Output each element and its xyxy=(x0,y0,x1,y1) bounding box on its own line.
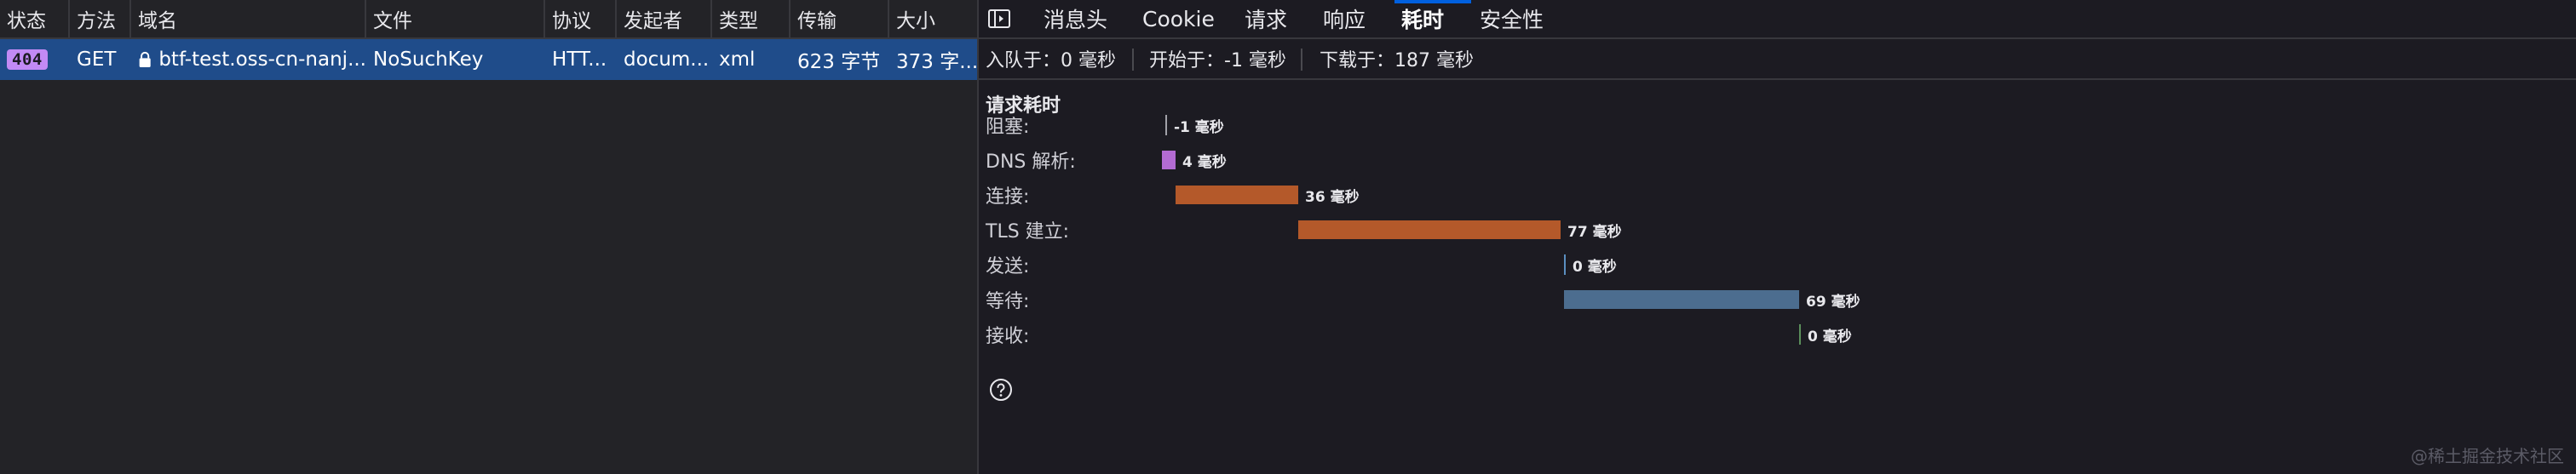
timing-tick xyxy=(1799,324,1801,345)
panel-toggle-icon[interactable] xyxy=(987,7,1011,31)
timing-label: 接收: xyxy=(986,326,1030,347)
help-icon[interactable] xyxy=(989,378,1013,402)
method-cell: GET xyxy=(77,49,117,71)
timing-label: 发送: xyxy=(986,256,1030,277)
column-header-method[interactable]: 方法 xyxy=(70,0,131,37)
timing-bar xyxy=(1162,151,1176,169)
tab-cookies[interactable]: Cookie xyxy=(1142,0,1215,37)
status-badge: 404 xyxy=(7,49,48,70)
timing-value: 0 毫秒 xyxy=(1573,258,1617,276)
column-header-protocol[interactable]: 协议 xyxy=(545,0,617,37)
table-row[interactable]: 404 GET btf-test.oss-cn-nanj... NoSuchKe… xyxy=(0,39,977,80)
file-cell: NoSuchKey xyxy=(373,49,484,71)
lock-icon xyxy=(139,51,151,67)
column-header-transferred[interactable]: 传输 xyxy=(791,0,889,37)
timing-bar xyxy=(1298,220,1561,239)
timing-value: 77 毫秒 xyxy=(1567,223,1622,241)
downloaded-time: 下载于：187 毫秒 xyxy=(1320,50,1474,71)
type-cell: xml xyxy=(719,49,756,71)
column-header-initiator[interactable]: 发起者 xyxy=(617,0,712,37)
transferred-cell: 623 字节 xyxy=(797,51,881,73)
summary-divider xyxy=(1301,49,1302,71)
timing-label: 等待: xyxy=(986,291,1030,312)
timing-label: TLS 建立: xyxy=(986,221,1070,243)
tab-headers[interactable]: 消息头 xyxy=(1044,0,1107,37)
timing-label: 阻塞: xyxy=(986,117,1030,138)
timing-bar xyxy=(1564,290,1799,309)
timing-value: 4 毫秒 xyxy=(1182,153,1227,171)
timing-label: 连接: xyxy=(986,186,1030,208)
timing-label: DNS 解析: xyxy=(986,151,1076,173)
initiator-cell: docum... xyxy=(624,49,710,71)
column-header-domain[interactable]: 域名 xyxy=(131,0,366,37)
column-header-file[interactable]: 文件 xyxy=(366,0,545,37)
domain-cell: btf-test.oss-cn-nanj... xyxy=(131,39,366,80)
size-cell: 373 字... xyxy=(896,51,977,73)
domain-text: btf-test.oss-cn-nanj... xyxy=(158,49,366,71)
column-header-type[interactable]: 类型 xyxy=(712,0,791,37)
status-cell: 404 xyxy=(0,39,70,80)
request-details-panel: 消息头 Cookie 请求 响应 耗时 安全性 入队于：0 毫秒 开始于：-1 … xyxy=(979,0,2576,474)
tab-timings[interactable]: 耗时 xyxy=(1401,0,1444,37)
timing-value: -1 毫秒 xyxy=(1174,118,1224,136)
tab-response[interactable]: 响应 xyxy=(1323,0,1366,37)
tab-security[interactable]: 安全性 xyxy=(1480,0,1544,37)
protocol-cell: HTT... xyxy=(552,49,607,71)
timing-value: 0 毫秒 xyxy=(1808,328,1852,346)
queued-time: 入队于：0 毫秒 xyxy=(986,50,1116,71)
watermark-text: @稀土掘金技术社区 xyxy=(2411,446,2564,466)
request-list: 状态 方法 域名 文件 协议 发起者 类型 传输 大小 404 GET btf-… xyxy=(0,0,977,474)
timing-tick xyxy=(1165,115,1167,135)
column-header-size[interactable]: 大小 xyxy=(889,0,977,37)
devtools-network-panel: 状态 方法 域名 文件 协议 发起者 类型 传输 大小 404 GET btf-… xyxy=(0,0,2576,474)
timing-value: 69 毫秒 xyxy=(1806,293,1860,311)
timing-summary: 入队于：0 毫秒 开始于：-1 毫秒 下载于：187 毫秒 xyxy=(979,39,2576,80)
details-tabbar: 消息头 Cookie 请求 响应 耗时 安全性 xyxy=(979,0,2576,39)
timing-value: 36 毫秒 xyxy=(1305,188,1360,206)
column-header-status[interactable]: 状态 xyxy=(0,0,70,37)
tab-request[interactable]: 请求 xyxy=(1245,0,1287,37)
timing-bar xyxy=(1176,186,1298,204)
request-list-header: 状态 方法 域名 文件 协议 发起者 类型 传输 大小 xyxy=(0,0,977,39)
timing-tick xyxy=(1564,254,1566,275)
started-time: 开始于：-1 毫秒 xyxy=(1149,50,1286,71)
summary-divider xyxy=(1132,49,1134,71)
